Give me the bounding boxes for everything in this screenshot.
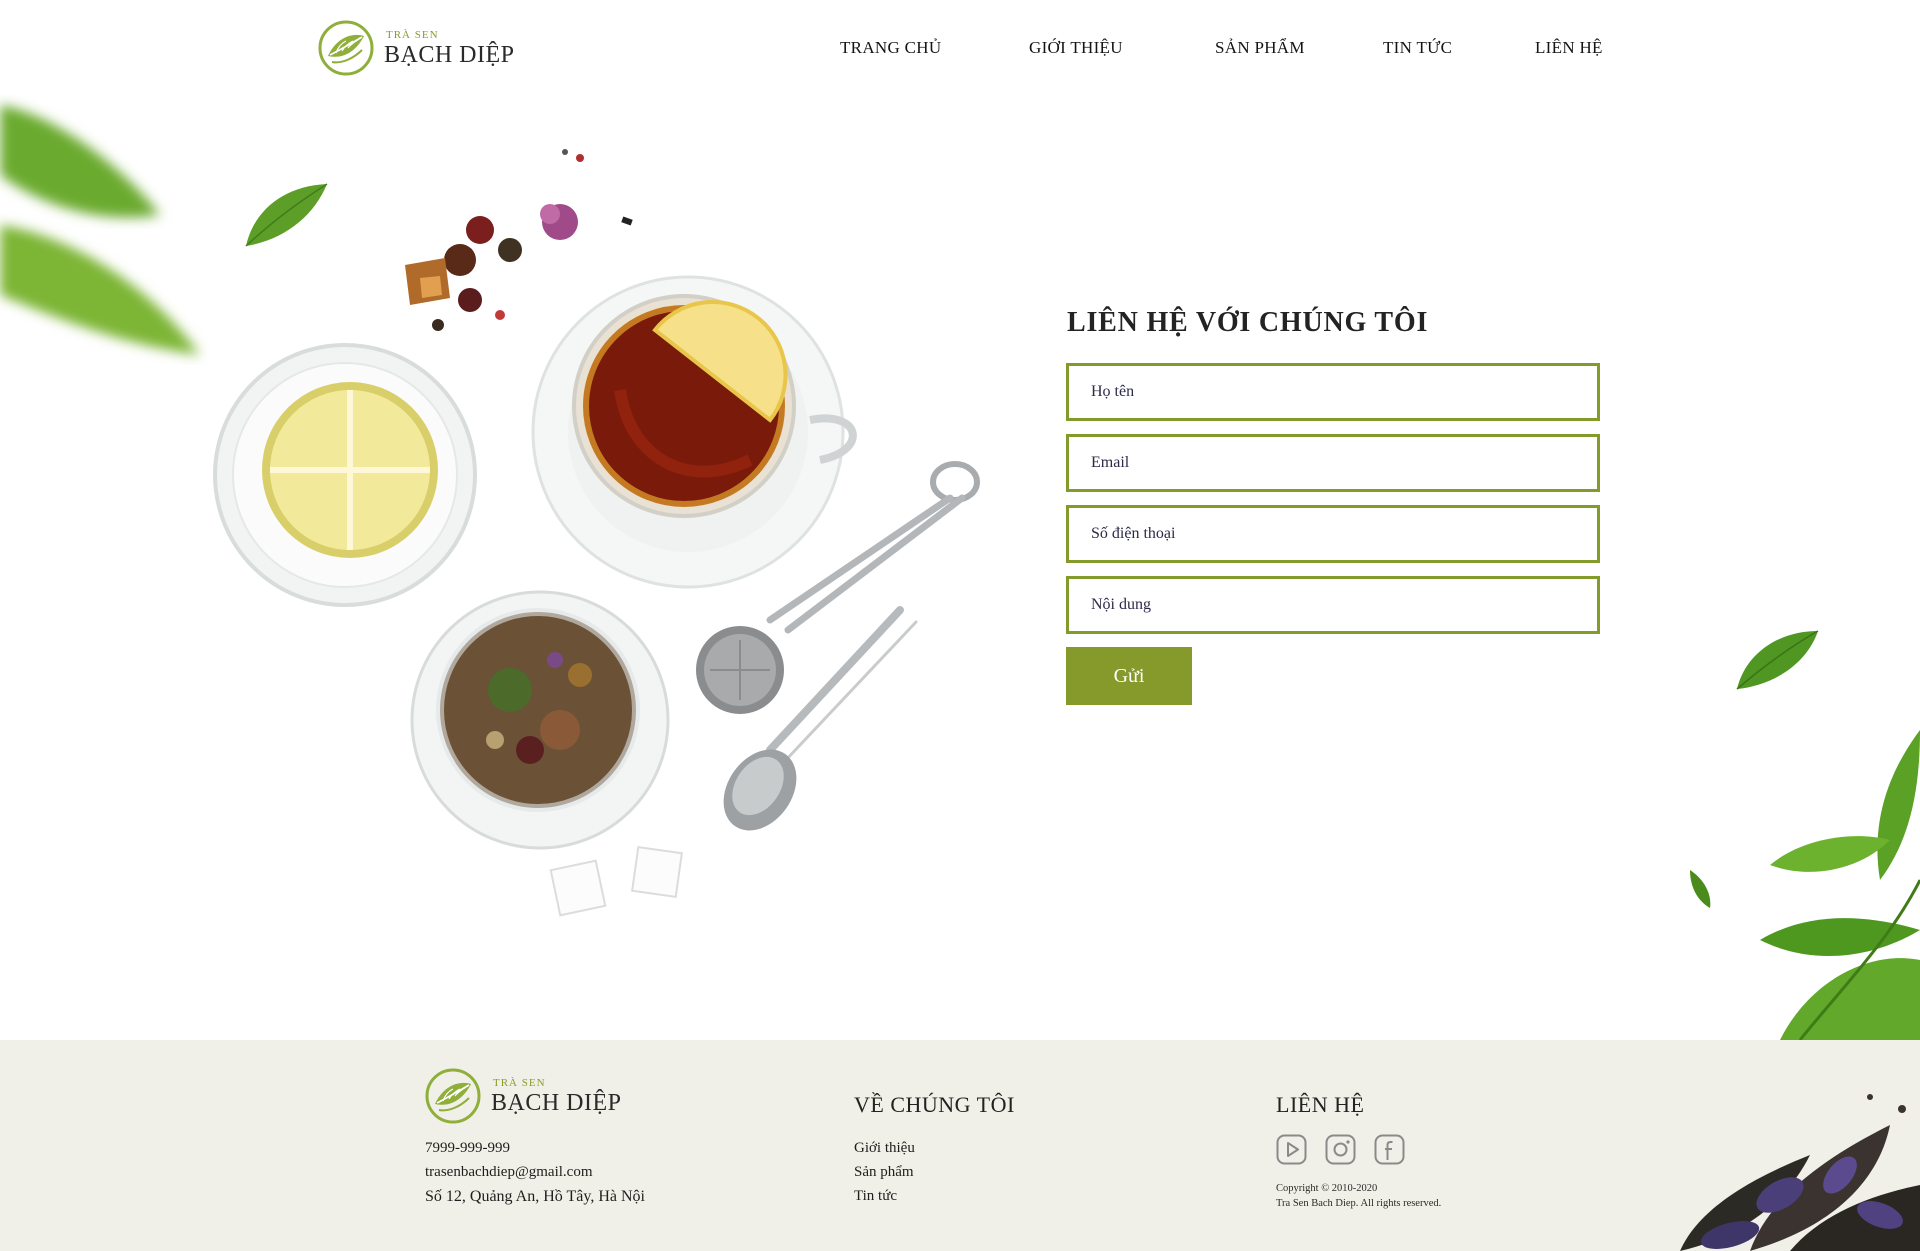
nav-about[interactable]: GIỚI THIỆU [1029, 38, 1123, 58]
footer-link-about[interactable]: Giới thiệu [854, 1140, 915, 1157]
brand-logo[interactable]: TRÀ SEN BẠCH DIỆP [318, 20, 515, 76]
facebook-icon[interactable] [1374, 1134, 1405, 1165]
tea-cup-saucer [531, 275, 857, 589]
main-nav: TRANG CHỦ GIỚI THIỆU SẢN PHẨM TIN TỨC LI… [840, 38, 1603, 62]
footer-email: trasenbachdiep@gmail.com [425, 1164, 593, 1180]
footer-phone: 7999-999-999 [425, 1140, 510, 1156]
site-footer: TRÀ SEN BẠCH DIỆP 7999-999-999 trasenbac… [0, 1040, 1920, 1251]
blurred-leaves-left-decoration [0, 105, 200, 355]
copyright-line-2: Tra Sen Bach Diep. All rights reserved. [1276, 1198, 1442, 1209]
dried-tea-leaves-decoration [1680, 1094, 1920, 1251]
instagram-icon[interactable] [1325, 1134, 1356, 1165]
copyright-line-1: Copyright © 2010-2020 [1276, 1183, 1378, 1194]
herb-tea-bowl [410, 590, 670, 850]
nav-contact[interactable]: LIÊN HỆ [1535, 38, 1603, 58]
nav-news[interactable]: TIN TỨC [1383, 38, 1452, 58]
lotus-leaf-icon [318, 20, 374, 76]
footer-brand-name: BẠCH DIỆP [491, 1089, 622, 1116]
tea-still-life-image [213, 149, 980, 917]
phone-field[interactable] [1066, 505, 1600, 563]
message-field[interactable] [1066, 576, 1600, 634]
footer-about-heading: VỀ CHÚNG TÔI [854, 1092, 1015, 1117]
copyright-text: Copyright © 2010-2020 Tra Sen Bach Diep.… [1276, 1181, 1441, 1211]
submit-button[interactable]: Gửi [1066, 647, 1192, 705]
nav-home[interactable]: TRANG CHỦ [840, 38, 941, 58]
footer-brand-tagline: TRÀ SEN [493, 1076, 546, 1089]
footer-address: Số 12, Quảng An, Hồ Tây, Hà Nội [425, 1188, 645, 1205]
social-links [1276, 1134, 1405, 1165]
footer-contact-heading: LIÊN HỆ [1276, 1092, 1365, 1117]
leaf-branch-right-decoration [1690, 730, 1920, 1040]
brand-name: BẠCH DIỆP [384, 41, 515, 68]
footer-brand-logo[interactable]: TRÀ SEN BẠCH DIỆP [425, 1068, 622, 1124]
email-field[interactable] [1066, 434, 1600, 492]
contact-form-title: LIÊN HỆ VỚI CHÚNG TÔI [1067, 307, 1429, 338]
leaf-right-small-decoration [1736, 630, 1819, 690]
name-field[interactable] [1066, 363, 1600, 421]
brand-tagline: TRÀ SEN [386, 28, 439, 41]
lotus-leaf-icon [425, 1068, 481, 1124]
footer-link-news[interactable]: Tin tức [854, 1188, 897, 1205]
footer-link-products[interactable]: Sản phẩm [854, 1164, 914, 1181]
sugar-cubes [549, 846, 683, 917]
nav-products[interactable]: SẢN PHẨM [1215, 38, 1305, 58]
site-header: TRÀ SEN BẠCH DIỆP TRANG CHỦ GIỚI THIỆU S… [0, 0, 1920, 100]
lemon-dish [213, 343, 477, 607]
youtube-icon[interactable] [1276, 1134, 1307, 1165]
